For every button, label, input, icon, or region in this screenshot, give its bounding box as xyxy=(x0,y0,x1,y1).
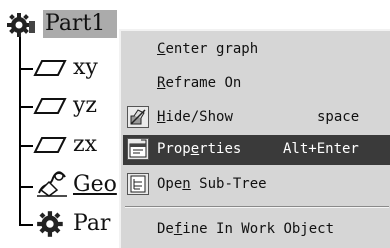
menu-item-label: Hide/Show xyxy=(157,109,233,125)
menu-item-label: Define In Work Object xyxy=(157,221,335,237)
tree-node-label[interactable]: Par xyxy=(73,211,110,237)
sub-tree-icon xyxy=(127,173,149,195)
tree-node-label[interactable]: Geo xyxy=(73,172,117,198)
tree-node-label[interactable]: yz xyxy=(73,93,97,119)
menu-item-define-in-work-object[interactable]: Define In Work Object xyxy=(123,215,390,245)
menu-item-label: Properties xyxy=(157,141,242,157)
menu-item-label: Center graph xyxy=(157,41,259,57)
properties-icon xyxy=(127,138,149,160)
menu-item-center-graph[interactable]: Center graph xyxy=(123,35,390,65)
plane-icon[interactable] xyxy=(33,97,67,115)
tree-trunk-line xyxy=(19,36,21,226)
specification-tree: Part1 xy yz zx Geo Par xyxy=(0,0,130,248)
part-gear-icon[interactable] xyxy=(6,11,36,39)
menu-item-properties[interactable]: Properties Alt+Enter xyxy=(123,135,390,165)
menu-separator xyxy=(125,206,389,208)
geometrical-set-icon[interactable] xyxy=(35,168,69,198)
parameters-gear-icon[interactable] xyxy=(35,209,67,239)
tree-branch-line xyxy=(19,145,33,147)
menu-item-shortcut: Alt+Enter xyxy=(283,141,359,157)
tree-branch-line xyxy=(19,224,33,226)
tree-branch-line xyxy=(19,106,33,108)
tree-branch-line xyxy=(19,186,33,188)
menu-item-label: Reframe On xyxy=(157,75,242,91)
tree-node-label[interactable]: zx xyxy=(73,132,97,158)
tree-node-label[interactable]: xy xyxy=(73,55,98,81)
menu-item-hide-show[interactable]: Hide/Show space xyxy=(123,103,390,133)
tree-branch-line xyxy=(19,68,33,70)
menu-item-reframe-on[interactable]: Reframe On xyxy=(123,69,390,99)
plane-icon[interactable] xyxy=(33,59,67,77)
context-menu: Center graph Reframe On Hide/Show space … xyxy=(119,29,390,248)
tree-root-label[interactable]: Part1 xyxy=(43,10,117,38)
plane-icon[interactable] xyxy=(33,136,67,154)
menu-item-label: Open Sub-Tree xyxy=(157,176,267,192)
menu-item-shortcut: space xyxy=(317,109,360,125)
hide-show-icon xyxy=(127,106,149,128)
menu-item-open-sub-tree[interactable]: Open Sub-Tree xyxy=(123,170,390,200)
